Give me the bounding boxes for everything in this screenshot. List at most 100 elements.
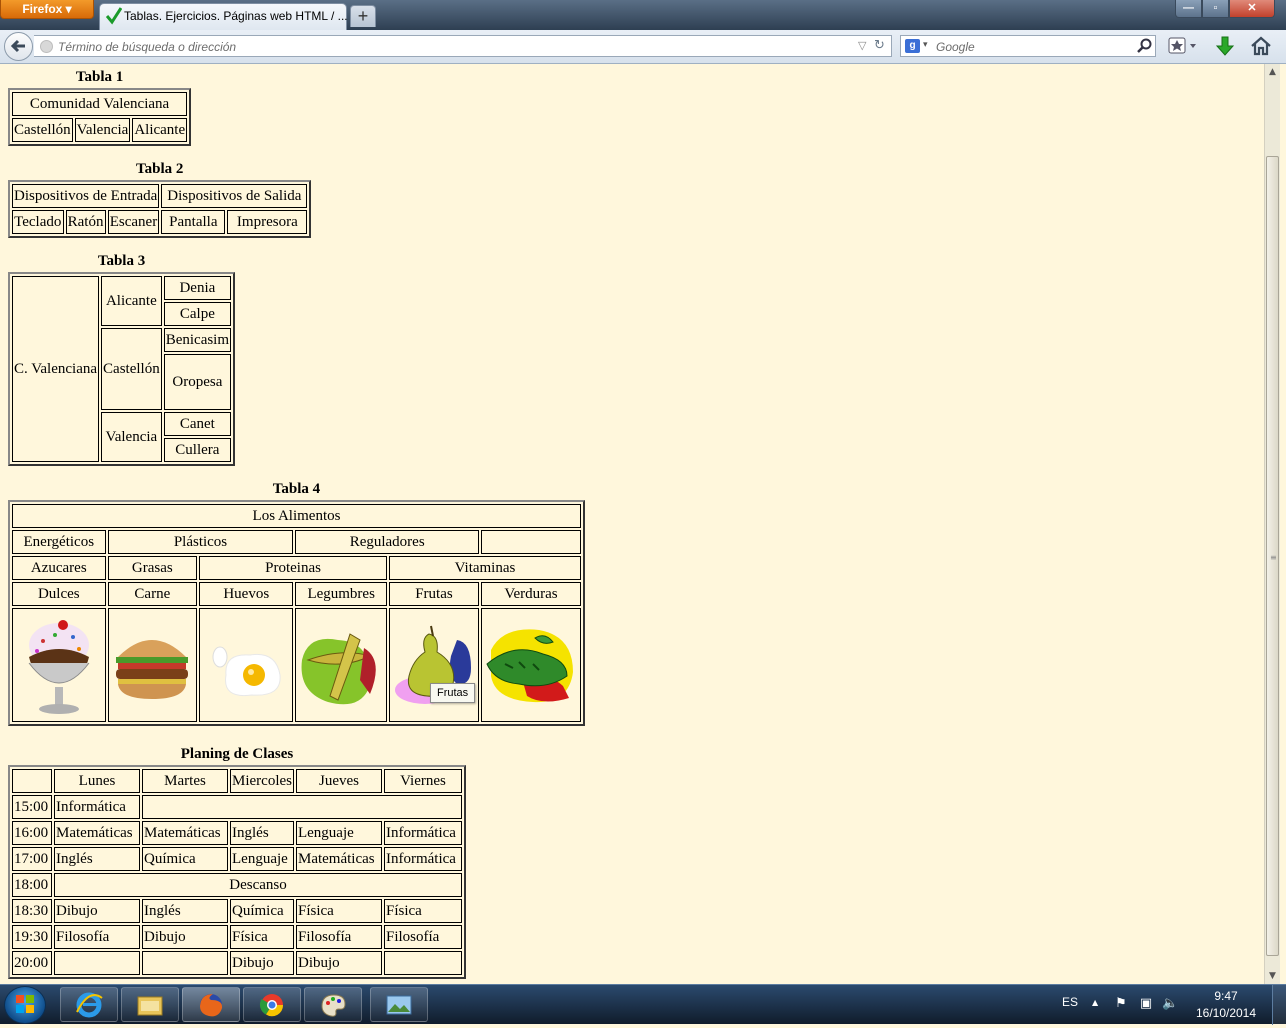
language-indicator[interactable]: ES (1062, 995, 1078, 1009)
planing-cell (383, 951, 462, 975)
firefox-icon (200, 994, 223, 1017)
scroll-down-arrow-icon[interactable]: ▼ (1265, 968, 1280, 984)
tabla4-block: Tabla 4 Los Alimentos Energéticos Plásti… (8, 478, 585, 726)
planing-block: Planing de Clases Lunes Martes Miercoles… (8, 743, 466, 979)
tabla3-town: Cullera (163, 438, 232, 462)
tabla4-image-cell (107, 608, 198, 722)
taskbar-paint[interactable] (304, 987, 362, 1022)
clock-time[interactable]: 9:47 (1198, 989, 1254, 1003)
close-button[interactable]: ✕ (1229, 0, 1275, 18)
planing-cell: Filosofía (54, 925, 140, 949)
taskbar-file-explorer[interactable] (121, 987, 179, 1022)
planing-cell: Dibujo (295, 951, 382, 975)
tabla4-image-cell (480, 608, 581, 722)
planing-cell (142, 951, 228, 975)
bookmarks-icon[interactable] (1168, 36, 1200, 56)
planing-header-cell: Martes (142, 769, 228, 793)
planing-cell: Dibujo (54, 899, 140, 923)
clock-date[interactable]: 16/10/2014 (1190, 1006, 1262, 1020)
planing-cell: Filosofía (295, 925, 382, 949)
vertical-scrollbar[interactable]: ▲ ≡ ▼ (1264, 64, 1280, 984)
tabla3-town: Canet (163, 412, 232, 436)
search-input[interactable]: Google (936, 40, 975, 54)
taskbar-photo-viewer[interactable] (370, 987, 428, 1022)
windows-taskbar: ES ▲ ⚑ ▣ 🔈 9:47 16/10/2014 (0, 984, 1286, 1025)
planing-header-cell: Lunes (54, 769, 140, 793)
tabla4-image-cell (12, 608, 106, 722)
planing-cell: Matemáticas (295, 847, 382, 871)
back-button[interactable] (4, 32, 33, 61)
planing-cell: Física (295, 899, 382, 923)
planing-table: Lunes Martes Miercoles Jueves Viernes 15… (8, 765, 466, 979)
home-icon[interactable] (1250, 35, 1272, 57)
tabla3-title: Tabla 3 (97, 253, 146, 269)
taskbar-chrome[interactable] (243, 987, 301, 1022)
planing-cell: Física (383, 899, 462, 923)
tabla1-header: Comunidad Valenciana (12, 92, 188, 116)
planing-cell: Filosofía (383, 925, 462, 949)
planing-cell: Dibujo (142, 925, 228, 949)
show-hidden-icons-icon[interactable]: ▲ (1092, 998, 1098, 1007)
google-icon[interactable]: g (905, 39, 920, 53)
tabla2-cell: Escaner (107, 210, 160, 234)
planing-cell: Informática (383, 821, 462, 845)
scroll-thumb[interactable]: ≡ (1266, 156, 1279, 956)
taskbar-firefox[interactable] (182, 987, 240, 1022)
tabla4-cell: Proteinas (199, 556, 387, 580)
tabla1-cell: Alicante (132, 118, 188, 142)
planing-cell: Física (230, 925, 294, 949)
tabla4-header: Los Alimentos (12, 504, 581, 528)
network-icon[interactable]: ▣ (1138, 996, 1154, 1012)
new-tab-button[interactable]: + (350, 5, 376, 27)
volume-icon[interactable]: 🔈 (1162, 996, 1178, 1012)
tabla3-province: Castellón (101, 328, 162, 410)
start-button[interactable] (4, 986, 46, 1024)
reload-icon[interactable]: ↻ (874, 38, 885, 53)
tabla4-cell: Legumbres (295, 582, 387, 606)
taskbar-internet-explorer[interactable] (60, 987, 118, 1022)
title-bar: Firefox ▾ Tablas. Ejercicios. Páginas we… (0, 0, 1286, 30)
tabla4-cell: Azucares (12, 556, 106, 580)
browser-tab[interactable]: Tablas. Ejercicios. Páginas web HTML / .… (99, 3, 348, 30)
tabla4-cell: Plásticos (107, 530, 294, 554)
file-explorer-icon (137, 996, 163, 1016)
action-center-flag-icon[interactable]: ⚑ (1113, 996, 1129, 1012)
planing-title: Planing de Clases (180, 746, 294, 762)
planing-time: 15:00 (12, 795, 52, 819)
tabla4-cell: Energéticos (12, 530, 106, 554)
windows-logo-icon (16, 995, 34, 1013)
tabla2-cell: Impresora (227, 210, 308, 234)
search-bar[interactable]: g ▾ Google (900, 35, 1156, 57)
scroll-up-arrow-icon[interactable]: ▲ (1265, 64, 1280, 80)
chrome-icon (259, 994, 284, 1017)
planing-cell: Inglés (230, 821, 294, 845)
tabla3-town: Denia (163, 276, 232, 300)
fried-egg-icon (212, 646, 281, 697)
page-viewport: Tabla 1 Comunidad Valenciana Castellón V… (0, 64, 1264, 984)
tabla2: Dispositivos de Entrada Dispositivos de … (8, 180, 312, 238)
magnifier-icon[interactable] (1137, 38, 1153, 54)
tabla3-town: Oropesa (163, 354, 232, 410)
engine-dropdown-icon[interactable]: ▾ (923, 40, 928, 50)
firefox-menu-button[interactable]: Firefox ▾ (0, 0, 94, 19)
planing-cell: Química (142, 847, 228, 871)
internet-explorer-icon (76, 992, 103, 1018)
planing-cell: Dibujo (230, 951, 294, 975)
planing-cell (142, 795, 462, 819)
planing-cell: Inglés (54, 847, 140, 871)
firefox-menu-label: Firefox (22, 2, 63, 16)
tabla3: C. Valenciana Alicante Denia Calpe Caste… (8, 272, 236, 466)
url-bar[interactable]: Término de búsqueda o dirección ▽ ↻ (34, 35, 892, 57)
tabla3-region: C. Valenciana (12, 276, 100, 462)
show-desktop-button[interactable] (1272, 985, 1286, 1025)
download-icon[interactable] (1214, 35, 1236, 57)
tabla4-cell: Reguladores (295, 530, 479, 554)
planing-cell: Química (230, 899, 294, 923)
url-input[interactable]: Término de búsqueda o dirección (58, 40, 236, 54)
maximize-button[interactable]: ▫ (1202, 0, 1229, 18)
planing-cell: Informática (54, 795, 140, 819)
history-dropdown-icon[interactable]: ▽ (858, 39, 866, 52)
minimize-button[interactable]: — (1175, 0, 1202, 18)
tabla2-header: Dispositivos de Salida (161, 184, 308, 208)
tabla3-province: Alicante (101, 276, 162, 326)
